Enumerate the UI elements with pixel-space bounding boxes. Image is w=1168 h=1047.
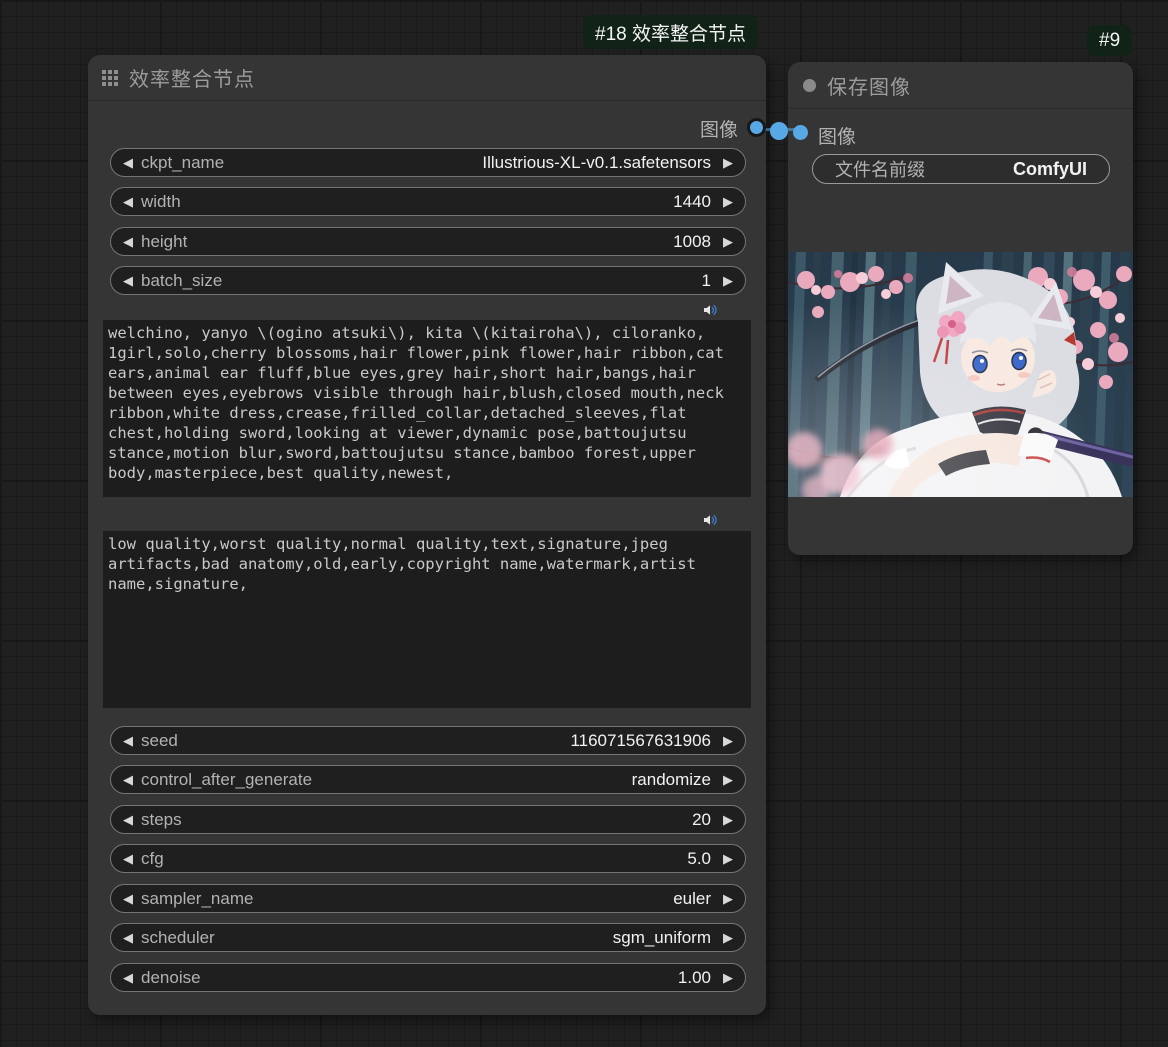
positive-prompt-textarea[interactable]: welchino, yanyo \(ogino atsuki\), kita \… bbox=[103, 320, 751, 497]
increment-arrow-icon[interactable]: ▶ bbox=[723, 156, 733, 169]
generated-image-preview[interactable] bbox=[788, 252, 1133, 497]
increment-arrow-icon[interactable]: ▶ bbox=[723, 734, 733, 747]
increment-arrow-icon[interactable]: ▶ bbox=[723, 195, 733, 208]
decrement-arrow-icon[interactable]: ◀ bbox=[123, 931, 133, 944]
node-grid-icon[interactable] bbox=[102, 70, 118, 86]
increment-arrow-icon[interactable]: ▶ bbox=[723, 892, 733, 905]
widget-value: 1440 bbox=[673, 192, 711, 212]
speaker-icon[interactable] bbox=[702, 302, 718, 318]
widget-label: ckpt_name bbox=[141, 153, 224, 173]
widget-label: 文件名前缀 bbox=[835, 156, 925, 182]
widget-value: 5.0 bbox=[687, 849, 711, 869]
widget-label: height bbox=[141, 232, 187, 252]
decrement-arrow-icon[interactable]: ◀ bbox=[123, 813, 133, 826]
link-midpoint-dot[interactable] bbox=[770, 122, 788, 140]
decrement-arrow-icon[interactable]: ◀ bbox=[123, 734, 133, 747]
widget-label: sampler_name bbox=[141, 889, 253, 909]
widget-label: scheduler bbox=[141, 928, 215, 948]
increment-arrow-icon[interactable]: ▶ bbox=[723, 971, 733, 984]
increment-arrow-icon[interactable]: ▶ bbox=[723, 235, 733, 248]
widget-filename-prefix[interactable]: 文件名前缀 ComfyUI bbox=[812, 154, 1110, 184]
widget-sampler-name[interactable]: ◀ sampler_name euler ▶ bbox=[110, 884, 746, 913]
widget-value: 116071567631906 bbox=[570, 731, 711, 751]
decrement-arrow-icon[interactable]: ◀ bbox=[123, 852, 133, 865]
widget-label: control_after_generate bbox=[141, 770, 312, 790]
output-slot-label: 图像 bbox=[700, 115, 738, 142]
widget-value: Illustrious-XL-v0.1.safetensors bbox=[482, 153, 711, 173]
widget-label: cfg bbox=[141, 849, 164, 869]
decrement-arrow-icon[interactable]: ◀ bbox=[123, 195, 133, 208]
save-image-node-header[interactable]: 保存图像 bbox=[788, 62, 1133, 109]
widget-ckpt-name[interactable]: ◀ ckpt_name Illustrious-XL-v0.1.safetens… bbox=[110, 148, 746, 177]
output-port-image[interactable] bbox=[747, 118, 766, 137]
widget-batch-size[interactable]: ◀ batch_size 1 ▶ bbox=[110, 266, 746, 295]
widget-value: 1008 bbox=[673, 232, 711, 252]
input-port-image[interactable] bbox=[793, 125, 808, 140]
node-id-badge-9: #9 bbox=[1087, 25, 1132, 56]
increment-arrow-icon[interactable]: ▶ bbox=[723, 852, 733, 865]
widget-label: batch_size bbox=[141, 271, 222, 291]
node-id-badge-18: #18 效率整合节点 bbox=[583, 15, 758, 49]
widget-cfg[interactable]: ◀ cfg 5.0 ▶ bbox=[110, 844, 746, 873]
speaker-icon[interactable] bbox=[702, 512, 718, 528]
widget-width[interactable]: ◀ width 1440 ▶ bbox=[110, 187, 746, 216]
widget-value: 20 bbox=[692, 810, 711, 830]
save-image-node: 保存图像 图像 文件名前缀 ComfyUI bbox=[788, 62, 1133, 555]
widget-label: width bbox=[141, 192, 181, 212]
decrement-arrow-icon[interactable]: ◀ bbox=[123, 235, 133, 248]
efficiency-node: 效率整合节点 图像 ◀ ckpt_name Illustrious-XL-v0.… bbox=[88, 55, 766, 1015]
decrement-arrow-icon[interactable]: ◀ bbox=[123, 274, 133, 287]
widget-seed[interactable]: ◀ seed 116071567631906 ▶ bbox=[110, 726, 746, 755]
increment-arrow-icon[interactable]: ▶ bbox=[723, 274, 733, 287]
widget-label: denoise bbox=[141, 968, 201, 988]
decrement-arrow-icon[interactable]: ◀ bbox=[123, 971, 133, 984]
widget-value: ComfyUI bbox=[1013, 159, 1087, 180]
efficiency-node-header[interactable]: 效率整合节点 bbox=[88, 55, 766, 101]
widget-value: randomize bbox=[632, 770, 711, 790]
increment-arrow-icon[interactable]: ▶ bbox=[723, 813, 733, 826]
widget-height[interactable]: ◀ height 1008 ▶ bbox=[110, 227, 746, 256]
widget-value: sgm_uniform bbox=[613, 928, 711, 948]
increment-arrow-icon[interactable]: ▶ bbox=[723, 931, 733, 944]
negative-prompt-textarea[interactable]: low quality,worst quality,normal quality… bbox=[103, 531, 751, 708]
node-title: 保存图像 bbox=[827, 71, 911, 100]
widget-scheduler[interactable]: ◀ scheduler sgm_uniform ▶ bbox=[110, 923, 746, 952]
input-slot-label: 图像 bbox=[818, 122, 856, 149]
increment-arrow-icon[interactable]: ▶ bbox=[723, 773, 733, 786]
decrement-arrow-icon[interactable]: ◀ bbox=[123, 892, 133, 905]
widget-denoise[interactable]: ◀ denoise 1.00 ▶ bbox=[110, 963, 746, 992]
node-title: 效率整合节点 bbox=[129, 63, 255, 92]
widget-label: steps bbox=[141, 810, 182, 830]
widget-steps[interactable]: ◀ steps 20 ▶ bbox=[110, 805, 746, 834]
widget-label: seed bbox=[141, 731, 178, 751]
collapse-dot-icon[interactable] bbox=[803, 79, 816, 92]
widget-value: euler bbox=[673, 889, 711, 909]
widget-value: 1 bbox=[702, 271, 711, 291]
widget-control-after-generate[interactable]: ◀ control_after_generate randomize ▶ bbox=[110, 765, 746, 794]
widget-value: 1.00 bbox=[678, 968, 711, 988]
decrement-arrow-icon[interactable]: ◀ bbox=[123, 773, 133, 786]
decrement-arrow-icon[interactable]: ◀ bbox=[123, 156, 133, 169]
